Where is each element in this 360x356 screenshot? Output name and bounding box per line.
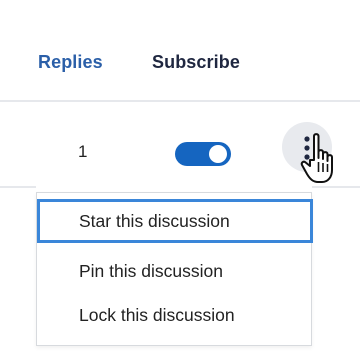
subscribe-column-header[interactable]: Subscribe xyxy=(152,52,240,73)
reply-count: 1 xyxy=(78,142,88,161)
discussion-list-panel: Replies Subscribe 1 Star this discussion… xyxy=(0,0,360,356)
menu-item-pin-discussion[interactable]: Pin this discussion xyxy=(37,249,313,293)
toggle-knob xyxy=(209,145,227,163)
menu-item-lock-discussion[interactable]: Lock this discussion xyxy=(37,293,313,337)
row-divider-right xyxy=(312,186,360,188)
header-divider xyxy=(0,100,360,102)
row-divider-left xyxy=(0,186,36,188)
vertical-ellipsis-icon xyxy=(304,136,310,160)
subscribe-toggle[interactable] xyxy=(175,142,231,166)
table-header: Replies Subscribe xyxy=(0,44,360,80)
table-row: 1 xyxy=(0,120,360,186)
more-options-menu: Star this discussion Pin this discussion… xyxy=(36,192,313,346)
menu-item-star-discussion[interactable]: Star this discussion xyxy=(37,199,313,243)
more-options-button[interactable] xyxy=(282,122,332,172)
replies-column-header[interactable]: Replies xyxy=(38,52,103,73)
